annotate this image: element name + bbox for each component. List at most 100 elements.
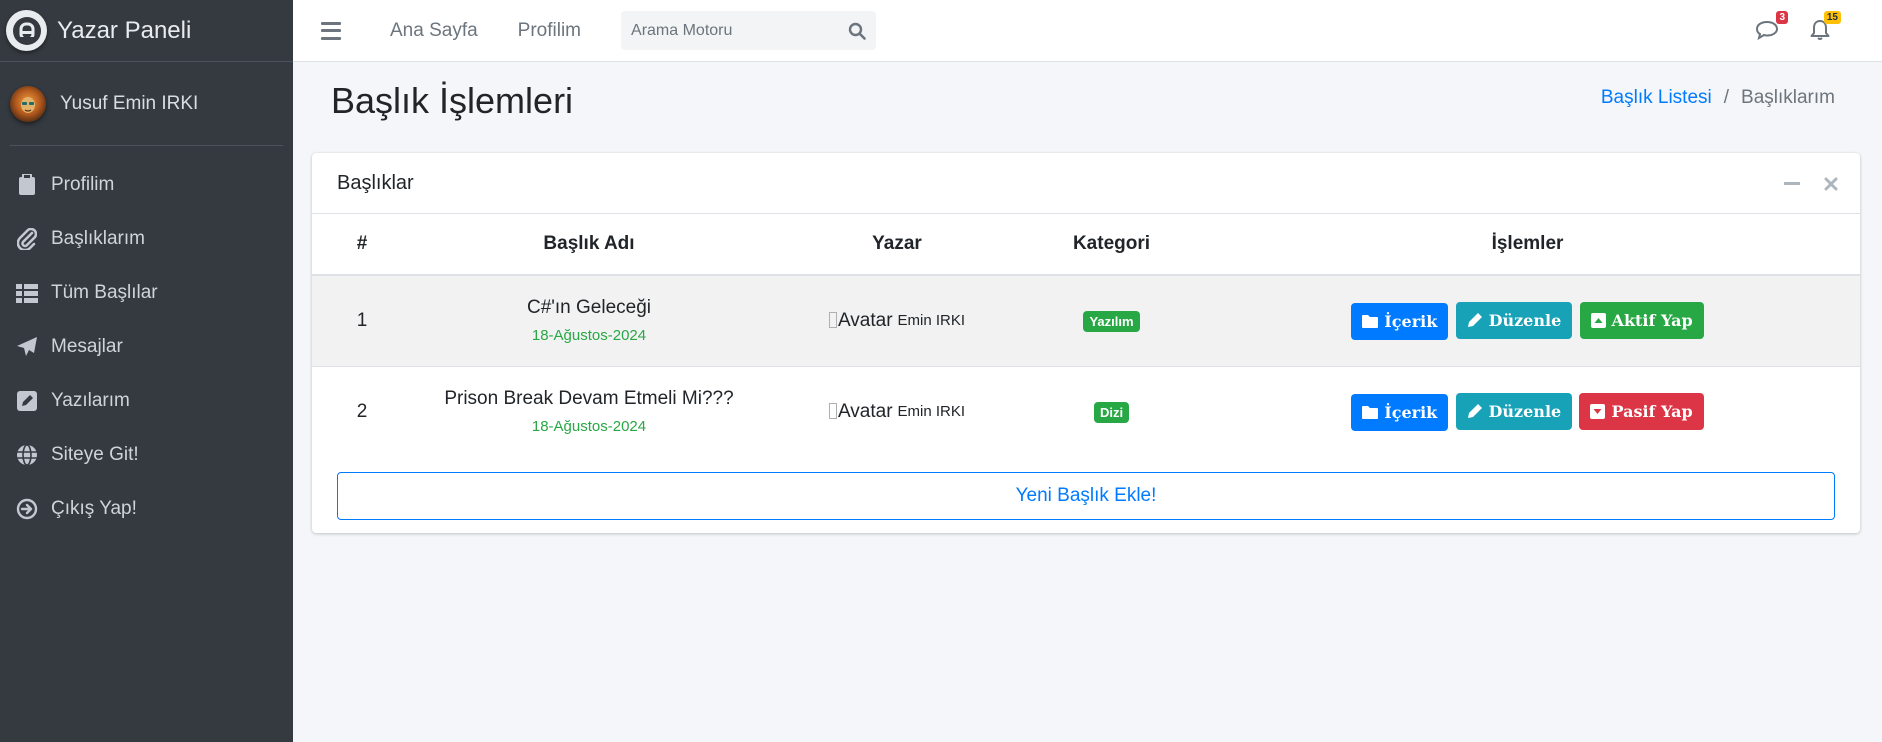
sidebar-item-siteye-git[interactable]: Siteye Git! [0,428,293,482]
folder-icon [1362,315,1379,329]
content-button-label: İçerik [1384,402,1438,422]
column-header-number: # [312,214,412,276]
sidebar-item-mesajlar[interactable]: Mesajlar [0,320,293,374]
activate-button-label: Aktif Yap [1611,311,1693,331]
headline-date: 18-Ağustos-2024 [531,418,647,436]
headlines-card: Başlıklar # Başlık Adı Yazar Kategori İş… [312,153,1860,533]
table-row: 1 C#'ın Geleceği 18-Ağustos-2024 Avatar … [312,274,1860,366]
nav-link-ana-sayfa[interactable]: Ana Sayfa [390,20,478,42]
table-row: 2 Prison Break Devam Etmeli Mi??? 18-Ağu… [312,365,1860,457]
table-list-icon [15,281,39,305]
user-name: Yusuf Emin IRKI [60,92,199,114]
sidebar-item-profilim[interactable]: Profilim [0,158,293,212]
panel-logo-icon [6,10,47,51]
folder-icon [1362,406,1379,420]
table-header-row: # Başlık Adı Yazar Kategori İşlemler [312,214,1860,276]
sidebar-item-cikis-yap[interactable]: Çıkış Yap! [0,482,293,536]
arrow-circle-right-icon [15,497,39,521]
notifications-bell-icon[interactable]: 15 [1808,11,1841,44]
category-badge: Dizi [1093,401,1130,423]
edit-button-label: Düzenle [1488,310,1562,330]
edit-square-icon [15,389,39,413]
row-actions-cell: İçerik Düzenle Pasif Yap [1195,365,1860,457]
search-icon[interactable] [838,11,876,50]
edit-button-label: Düzenle [1488,401,1562,421]
activate-button[interactable]: Aktif Yap [1579,302,1704,340]
column-header-actions: İşlemler [1195,214,1860,276]
author-name: Emin IRKI [897,312,966,330]
author-info: Avatar Emin IRKI [829,401,965,423]
add-headline-button[interactable]: Yeni Başlık Ekle! [337,472,1835,520]
row-actions-cell: İçerik Düzenle Aktif Yap [1195,274,1860,366]
row-title-cell: Prison Break Devam Etmeli Mi??? 18-Ağust… [412,365,766,457]
search-box [621,11,877,50]
globe-icon [15,443,39,467]
author-avatar: Avatar [829,310,893,332]
pencil-icon [1467,313,1482,328]
sidebar-item-basliklarim[interactable]: Başlıklarım [0,212,293,266]
page-title: Başlık İşlemleri [331,80,574,121]
content-button[interactable]: İçerik [1351,393,1449,431]
clipboard-icon [15,173,39,197]
hamburger-menu-icon[interactable] [321,21,341,40]
sidebar-item-label: Başlıklarım [51,228,145,249]
sidebar-item-yazilarim[interactable]: Yazılarım [0,374,293,428]
lion-avatar-icon [10,85,46,122]
paperclip-icon [15,227,39,251]
deactivate-button-label: Pasif Yap [1611,402,1693,422]
column-header-author: Yazar [766,214,1028,276]
edit-button[interactable]: Düzenle [1455,392,1573,430]
breadcrumb-separator: / [1723,87,1730,108]
card-header: Başlıklar [312,153,1860,214]
headline-title: Prison Break Devam Etmeli Mi??? [444,388,734,410]
row-category-cell: Dizi [1028,365,1195,457]
collapse-minus-icon[interactable] [1781,173,1803,195]
row-author-cell: Avatar Emin IRKI [766,365,1028,457]
author-name: Emin IRKI [897,403,966,421]
headlines-table: # Başlık Adı Yazar Kategori İşlemler 1 C… [312,214,1860,457]
card-title: Başlıklar [337,171,414,194]
author-info: Avatar Emin IRKI [829,310,965,332]
breadcrumb-link-baslik-listesi[interactable]: Başlık Listesi [1601,87,1712,109]
sidebar-item-label: Yazılarım [51,390,130,411]
column-header-title: Başlık Adı [412,214,766,276]
column-header-category: Kategori [1028,214,1195,276]
close-icon[interactable] [1820,173,1842,195]
row-number: 2 [312,365,412,457]
sidebar-item-label: Profilim [51,174,115,195]
author-avatar: Avatar [829,401,893,423]
top-navbar: Ana Sayfa Profilim 3 15 [293,0,1882,62]
brand-link[interactable]: Yazar Paneli [0,0,293,62]
user-panel[interactable]: Yusuf Emin IRKI [10,62,283,146]
pencil-icon [1467,404,1482,419]
sidebar-item-label: Siteye Git! [51,444,139,465]
caret-square-up-icon [1590,313,1606,329]
messages-icon[interactable]: 3 [1755,11,1788,44]
notifications-badge: 15 [1823,11,1841,24]
row-title-cell: C#'ın Geleceği 18-Ağustos-2024 [412,274,766,366]
breadcrumb-active: Başlıklarım [1741,87,1835,108]
paper-plane-icon [15,335,39,359]
edit-button[interactable]: Düzenle [1455,301,1573,339]
category-badge: Yazılım [1083,310,1140,332]
content-button[interactable]: İçerik [1351,302,1449,340]
headline-title: C#'ın Geleceği [526,297,652,319]
row-category-cell: Yazılım [1028,274,1195,366]
nav-link-profilim[interactable]: Profilim [518,20,581,42]
messages-badge: 3 [1776,11,1788,24]
sidebar: Yazar Paneli Yusuf Emin IRKI Profilim Ba… [0,0,293,742]
sidebar-nav: Profilim Başlıklarım Tüm Başlılar Mesajl… [0,158,293,536]
row-number: 1 [312,274,412,366]
breadcrumb: Başlık Listesi / Başlıklarım [1601,87,1835,109]
sidebar-item-tum-basliklar[interactable]: Tüm Başlılar [0,266,293,320]
deactivate-button[interactable]: Pasif Yap [1579,393,1704,431]
sidebar-item-label: Mesajlar [51,336,123,357]
headline-date: 18-Ağustos-2024 [531,327,647,345]
brand-title: Yazar Paneli [57,16,192,44]
caret-square-down-icon [1590,404,1606,420]
search-input[interactable] [621,11,839,50]
row-author-cell: Avatar Emin IRKI [766,274,1028,366]
sidebar-item-label: Tüm Başlılar [51,282,158,303]
content-button-label: İçerik [1384,311,1438,331]
sidebar-item-label: Çıkış Yap! [51,498,137,519]
